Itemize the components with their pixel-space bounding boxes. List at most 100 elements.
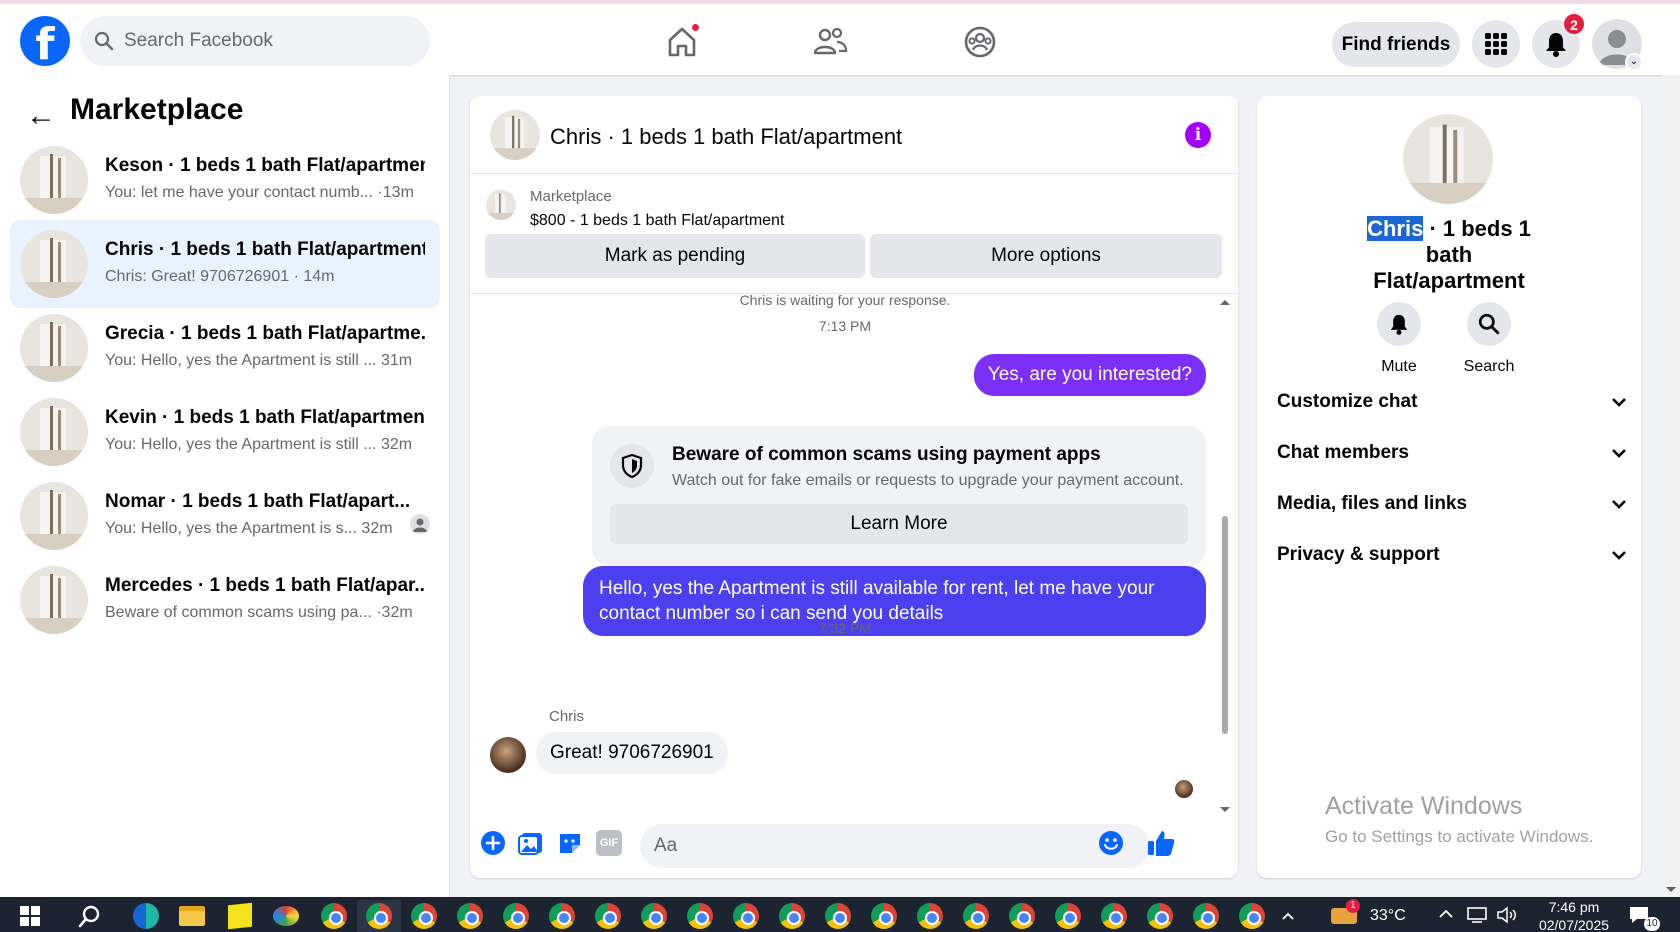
conversation-name: Grecia · 1 beds 1 bath Flat/apartme...	[105, 323, 425, 344]
groups-icon[interactable]	[960, 22, 1000, 62]
conversation-name: Nomar · 1 beds 1 bath Flat/apart...	[105, 491, 411, 512]
chrome-app-icon[interactable]	[312, 900, 356, 932]
chrome-app-icon[interactable]	[494, 900, 538, 932]
taskbar-search-button[interactable]	[68, 900, 112, 932]
media-files-links-row[interactable]: Media, files and links	[1277, 484, 1627, 524]
paint-app-icon[interactable]	[264, 900, 308, 932]
scam-warning-card: Beware of common scams using payment app…	[592, 426, 1206, 566]
chat-title[interactable]: Chris · 1 beds 1 bath Flat/apartment	[550, 124, 902, 150]
windows-taskbar: 1 33°C 7:46 pm 02/07/2025 10	[0, 897, 1680, 932]
weather-badge: 1	[1346, 899, 1360, 913]
chat-members-row[interactable]: Chat members	[1277, 433, 1627, 473]
listing-price[interactable]: $800 - 1 beds 1 bath Flat/apartment	[530, 212, 784, 230]
chevron-up-icon[interactable]	[1270, 900, 1306, 932]
search-input[interactable]	[124, 30, 404, 52]
activate-body: Go to Settings to activate Windows.	[1325, 827, 1594, 846]
find-friends-button[interactable]: Find friends	[1332, 22, 1460, 67]
chevron-up-icon[interactable]	[1438, 909, 1454, 919]
incoming-message[interactable]: Great! 9706726901	[536, 732, 728, 774]
chrome-app-icon[interactable]	[402, 900, 446, 932]
search-box[interactable]	[80, 16, 430, 66]
chrome-app-icon[interactable]	[724, 900, 768, 932]
chrome-app-icon[interactable]	[1184, 900, 1228, 932]
chat-panel: Chris · 1 beds 1 bath Flat/apartment i M…	[470, 96, 1238, 878]
network-icon[interactable]	[1466, 906, 1488, 924]
windows-logo-icon	[20, 906, 40, 926]
plus-circle-icon[interactable]	[480, 830, 506, 856]
chrome-app-icon[interactable]	[862, 900, 906, 932]
file-explorer-icon[interactable]	[170, 900, 214, 932]
chat-scrollbar[interactable]	[1218, 296, 1232, 816]
back-arrow-icon[interactable]: ←	[26, 99, 56, 133]
sticker-icon[interactable]	[557, 830, 583, 856]
chrome-app-icon[interactable]	[1092, 900, 1136, 932]
page-scrollbar[interactable]	[1662, 75, 1680, 897]
mark-as-pending-button[interactable]: Mark as pending	[485, 234, 865, 278]
conversation-item[interactable]: Mercedes · 1 beds 1 bath Flat/apar... Be…	[10, 556, 440, 644]
mute-action[interactable]: Mute	[1359, 302, 1439, 376]
chevron-down-icon[interactable]: ⌄	[1625, 53, 1643, 71]
scroll-down-arrow-icon[interactable]	[1218, 804, 1232, 816]
outgoing-message[interactable]: Yes, are you interested?	[973, 354, 1206, 396]
learn-more-button[interactable]: Learn More	[610, 504, 1188, 544]
conversation-name: Mercedes · 1 beds 1 bath Flat/apar...	[105, 575, 425, 596]
sender-avatar[interactable]	[490, 737, 526, 773]
facebook-logo[interactable]: f	[20, 16, 70, 66]
search-action[interactable]: Search	[1449, 302, 1529, 376]
chrome-app-icon[interactable]	[908, 900, 952, 932]
top-navbar: f Find friends 2 ⌄	[0, 0, 1680, 75]
selected-name-text[interactable]: Chris	[1367, 216, 1424, 241]
chrome-app-icon[interactable]	[1138, 900, 1182, 932]
gif-icon[interactable]: GIF	[596, 830, 622, 856]
listing-thumbnail	[20, 146, 88, 214]
conversation-item-active[interactable]: Chris · 1 beds 1 bath Flat/apartment Chr…	[10, 220, 440, 308]
conversation-item[interactable]: Keson · 1 beds 1 bath Flat/apartment You…	[10, 136, 440, 224]
listing-card: Marketplace $800 - 1 beds 1 bath Flat/ap…	[470, 174, 1238, 294]
chrome-app-icon[interactable]	[632, 900, 676, 932]
panel-listing-thumbnail[interactable]	[1403, 114, 1493, 204]
scroll-up-arrow-icon[interactable]	[1218, 296, 1232, 308]
chrome-app-icon[interactable]	[1046, 900, 1090, 932]
customize-chat-row[interactable]: Customize chat	[1277, 382, 1627, 422]
photo-icon[interactable]	[518, 830, 544, 856]
more-options-button[interactable]: More options	[870, 234, 1222, 278]
volume-icon[interactable]	[1496, 906, 1518, 924]
chrome-app-icon[interactable]	[1000, 900, 1044, 932]
sticky-notes-icon[interactable]	[218, 900, 262, 932]
edge-browser-icon[interactable]	[124, 900, 168, 932]
start-button[interactable]	[8, 900, 52, 932]
activate-windows-watermark: Activate Windows Go to Settings to activ…	[1325, 792, 1593, 847]
conversation-item[interactable]: Kevin · 1 beds 1 bath Flat/apartment You…	[10, 388, 440, 476]
mute-label: Mute	[1381, 358, 1417, 375]
friends-icon[interactable]	[810, 22, 850, 62]
chrome-app-icon[interactable]	[816, 900, 860, 932]
chrome-app-icon[interactable]	[586, 900, 630, 932]
search-icon	[78, 905, 100, 928]
conversation-item[interactable]: Grecia · 1 beds 1 bath Flat/apartme... Y…	[10, 304, 440, 392]
chrome-app-icon[interactable]	[954, 900, 998, 932]
chrome-app-icon[interactable]	[770, 900, 814, 932]
clock-time[interactable]: 7:46 pm	[1538, 899, 1610, 915]
listing-thumbnail	[20, 566, 88, 634]
emoji-icon[interactable]	[1098, 830, 1124, 856]
chrome-app-icon[interactable]	[540, 900, 584, 932]
sender-name: Chris	[549, 708, 585, 725]
chrome-app-icon[interactable]	[357, 900, 401, 932]
info-icon[interactable]: i	[1185, 122, 1211, 148]
conversation-item[interactable]: Nomar · 1 beds 1 bath Flat/apart... You:…	[10, 472, 440, 560]
like-thumb-icon[interactable]	[1146, 828, 1176, 858]
privacy-support-row[interactable]: Privacy & support	[1277, 535, 1627, 575]
chrome-app-icon[interactable]	[678, 900, 722, 932]
chrome-app-icon[interactable]	[448, 900, 492, 932]
temperature[interactable]: 33°C	[1370, 907, 1406, 925]
chevron-down-icon	[1612, 449, 1626, 458]
message-input[interactable]	[640, 824, 1150, 868]
scroll-down-arrow-icon[interactable]	[1662, 883, 1680, 897]
chrome-app-icon[interactable]	[1230, 900, 1274, 932]
notification-count-badge: 2	[1563, 13, 1585, 35]
scroll-thumb[interactable]	[1222, 516, 1228, 734]
clock-date[interactable]: 02/07/2025	[1528, 917, 1620, 932]
timestamp: 7:13 PM	[818, 318, 872, 334]
menu-button[interactable]	[1472, 20, 1520, 68]
bell-icon	[1546, 33, 1566, 57]
